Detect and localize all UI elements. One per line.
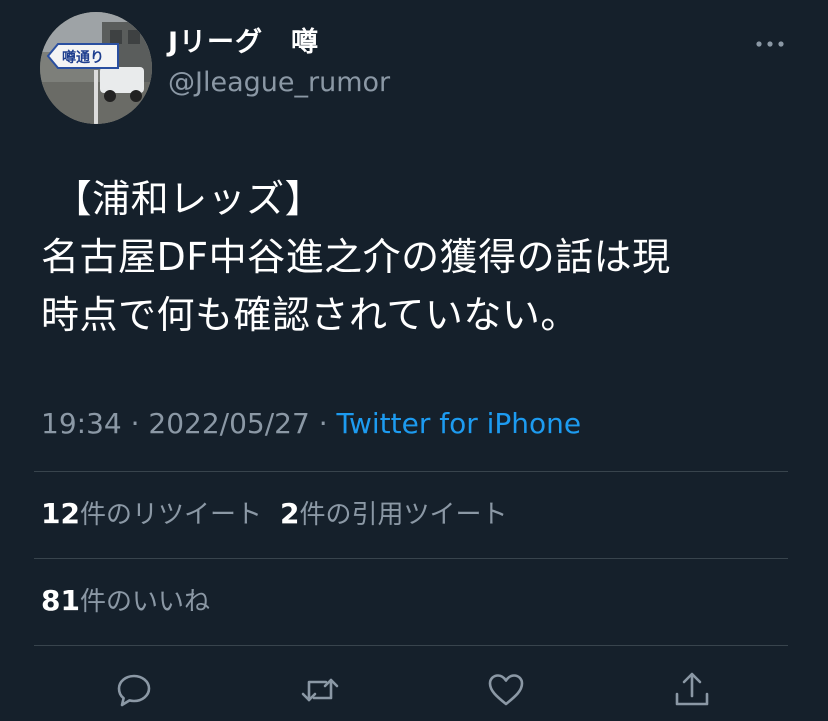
- retweets-label: 件のリツイート: [79, 500, 262, 530]
- tweet-line: 【浦和レッズ】: [41, 177, 324, 221]
- divider: [34, 471, 788, 472]
- divider: [34, 645, 788, 646]
- user-handle[interactable]: @Jleague_rumor: [168, 66, 390, 100]
- more-dots-icon: [756, 41, 784, 47]
- tweet-source-link[interactable]: Twitter for iPhone: [337, 407, 582, 440]
- likes-count: 81: [41, 584, 80, 617]
- like-button[interactable]: [486, 670, 526, 710]
- tweet-line: 時点で何も確認されていない。: [41, 293, 579, 337]
- avatar-sign-text: 噂通り: [62, 49, 104, 66]
- retweet-icon: [301, 678, 339, 702]
- likes-stat[interactable]: 81件のいいね: [41, 584, 210, 617]
- quotes-count: 2: [279, 497, 300, 530]
- retweets-count: 12: [41, 497, 80, 530]
- tweet-time[interactable]: 19:34: [41, 407, 122, 440]
- quotes-label: 件の引用ツイート: [299, 500, 508, 530]
- share-button[interactable]: [672, 670, 712, 710]
- likes-row: 81件のいいね: [41, 584, 210, 619]
- display-name[interactable]: Jリーグ 噂: [168, 26, 319, 60]
- like-icon: [488, 674, 524, 706]
- retweet-button[interactable]: [300, 670, 340, 710]
- tweet-text: 【浦和レッズ】 名古屋DF中谷進之介の獲得の話は現 時点で何も確認されていない。: [41, 170, 801, 344]
- retweets-stat[interactable]: 12件のリツイート: [41, 497, 262, 530]
- avatar-photo: 噂通り: [40, 12, 152, 124]
- likes-label: 件のいいね: [79, 587, 210, 617]
- tweet-meta: 19:34 · 2022/05/27 · Twitter for iPhone: [41, 406, 581, 442]
- more-options-button[interactable]: [752, 30, 788, 58]
- quotes-stat[interactable]: 2件の引用ツイート: [279, 497, 508, 530]
- avatar[interactable]: 噂通り: [40, 12, 152, 124]
- meta-separator: ·: [309, 407, 337, 440]
- share-icon: [675, 672, 709, 706]
- engagement-row: 12件のリツイート 2件の引用ツイート: [41, 497, 507, 532]
- divider: [34, 558, 788, 559]
- tweet-line: 名古屋DF中谷進之介の獲得の話は現: [41, 235, 671, 279]
- tweet-date[interactable]: 2022/05/27: [148, 407, 309, 440]
- meta-separator: ·: [121, 407, 149, 440]
- reply-icon: [117, 674, 151, 707]
- reply-button[interactable]: [114, 670, 154, 710]
